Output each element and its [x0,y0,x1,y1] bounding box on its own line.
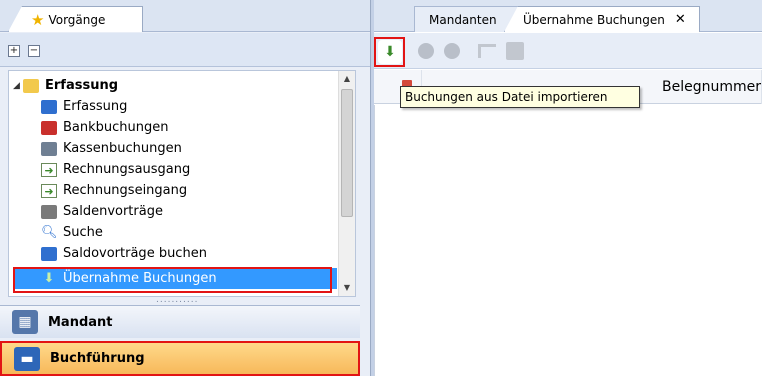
highlight-frame [374,37,405,67]
cash-register-icon [41,141,57,156]
tab-mandanten-label: Mandanten [429,12,497,27]
disabled-tree-icon [478,44,496,58]
disabled-action-icon [418,43,434,59]
tree-item-label: Kassenbuchungen [63,141,182,156]
tree-item-label: Übernahme Buchungen [63,271,217,286]
collapse-all-button[interactable]: − [28,45,40,57]
left-panel: ★ Vorgänge + − ◢ Erfassung Erfassung Ban… [0,0,370,376]
close-icon[interactable]: ✕ [675,12,686,27]
scroll-up-icon[interactable]: ▲ [339,71,355,87]
tree-item-label: Erfassung [63,99,128,114]
building-icon: ▦ [12,310,38,334]
splitter-grip[interactable]: ........... [156,295,198,305]
expand-all-button[interactable]: + [8,45,20,57]
tree-item-uebernahme-buchungen[interactable]: ⬇ Übernahme Buchungen [15,268,337,289]
import-icon: ⬇ [43,270,55,286]
document-tabstrip: Mandanten Übernahme Buchungen ✕ [374,0,762,32]
nav-buchfuehrung[interactable]: ▬ Buchführung [0,341,360,376]
grid-body[interactable] [374,105,762,376]
disabled-grid-icon [506,42,524,60]
tree-scrollbar[interactable]: ▲ ▼ [338,71,355,296]
left-tabstrip: ★ Vorgänge [0,0,370,32]
disabled-action-icon [444,43,460,59]
search-icon: 🔍︎ [41,224,58,240]
tab-vorgaenge[interactable]: ★ Vorgänge [8,6,143,32]
expand-arrow-icon[interactable]: ◢ [13,81,23,91]
bank-icon [41,120,57,135]
tree-toolbar: + − [0,33,370,67]
tree-item-label: Suche [63,225,103,240]
tree-item-rechnungseingang[interactable]: ➜ Rechnungseingang [41,180,187,201]
tree-item-bankbuchungen[interactable]: Bankbuchungen [41,117,169,138]
navigation-tree: ◢ Erfassung Erfassung Bankbuchungen Kass… [8,70,356,297]
star-icon: ★ [31,10,45,29]
nav-mandant-label: Mandant [48,314,113,330]
import-tooltip: Buchungen aus Datei importieren [400,86,640,108]
nav-buchfuehrung-label: Buchführung [50,351,145,366]
scroll-down-icon[interactable]: ▼ [339,280,355,296]
tree-item-label: Saldenvorträge [63,204,163,219]
book-icon [41,246,57,261]
tab-uebernahme-buchungen[interactable]: Übernahme Buchungen ✕ [504,6,700,32]
invoice-out-icon: ➜ [41,162,57,177]
tree-item-rechnungsausgang[interactable]: ➜ Rechnungsausgang [41,159,190,180]
tree-item-saldenvortraege[interactable]: Saldenvorträge [41,201,163,222]
book-icon [41,99,57,114]
tree-item-suche[interactable]: 🔍︎ Suche [41,222,103,243]
tree-item-label: Saldovorträge buchen [63,246,207,261]
right-panel: Mandanten Übernahme Buchungen ✕ ⬇ Belegn… [374,0,762,376]
folder-icon [23,78,39,93]
scrollbar-thumb[interactable] [341,89,353,217]
tree-node-erfassung-root[interactable]: ◢ Erfassung [9,75,118,96]
tree-item-label: Rechnungseingang [63,183,188,198]
balance-icon [41,204,57,219]
tree-item-label: Bankbuchungen [63,120,169,135]
column-header-belegnummer[interactable]: Belegnummer [654,70,762,104]
tree-item-saldovortraege-buchen[interactable]: Saldovorträge buchen [41,243,207,264]
tree-node-label: Erfassung [45,78,119,93]
nav-mandant[interactable]: ▦ Mandant [0,305,360,338]
tree-item-kassenbuchungen[interactable]: Kassenbuchungen [41,138,182,159]
invoice-in-icon: ➜ [41,183,57,198]
ledger-icon: ▬ [14,346,40,371]
tree-item-label: Rechnungsausgang [63,162,191,177]
grid-toolbar: ⬇ [374,33,762,69]
tab-vorgaenge-label: Vorgänge [48,12,106,27]
tab-uebernahme-label: Übernahme Buchungen [523,12,665,27]
tree-item-erfassung[interactable]: Erfassung [41,96,127,117]
